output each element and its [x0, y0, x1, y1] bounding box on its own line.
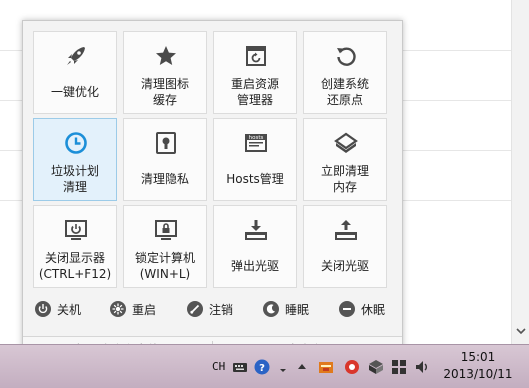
bg-divider	[402, 200, 512, 201]
restart-label: 重启	[132, 302, 157, 317]
bg-divider	[402, 150, 512, 151]
restart-gear-icon	[110, 301, 126, 317]
logout-button[interactable]: 注销	[187, 297, 233, 321]
volume-icon[interactable]	[414, 359, 430, 375]
tile-label: 创建系统 还原点	[320, 77, 369, 107]
rocket-icon	[64, 44, 88, 68]
tile-label: 清理隐私	[140, 172, 189, 186]
system-clock[interactable]: 15:01 2013/10/11	[438, 349, 518, 383]
scroll-down-icon[interactable]	[516, 326, 526, 336]
tile-clean-icon-cache[interactable]: 清理图标 缓存	[123, 31, 207, 114]
lock-monitor-icon	[154, 218, 178, 242]
tile-lock-computer[interactable]: 锁定计算机 (WIN+L)	[123, 205, 207, 288]
input-language-indicator[interactable]: CH	[212, 360, 225, 373]
tile-label: 锁定计算机 (WIN+L)	[134, 251, 195, 281]
magic-cube-tray-icon[interactable]	[368, 359, 384, 375]
tile-label: 立即清理 内存	[320, 164, 369, 194]
svg-text:?: ?	[259, 363, 265, 374]
close-drive-icon	[334, 218, 358, 242]
sleep-button[interactable]: 睡眠	[263, 297, 309, 321]
tile-scheduled-cleanup[interactable]: 垃圾计划 清理	[33, 118, 117, 201]
network-grid-icon[interactable]	[391, 359, 407, 375]
tile-label: 关闭显示器 (CTRL+F12)	[38, 251, 112, 281]
star-icon	[154, 44, 178, 68]
power-icon	[35, 301, 51, 317]
monitor-power-icon	[64, 218, 88, 242]
keyboard-icon[interactable]	[232, 359, 248, 375]
power-actions: 关机 重启 注销 睡眠 休眠	[23, 297, 402, 321]
sleep-moon-icon	[263, 301, 279, 317]
tile-label: 关闭光驱	[320, 259, 369, 273]
hibernate-button[interactable]: 休眠	[339, 297, 385, 321]
show-hidden-icons-icon[interactable]	[294, 359, 310, 375]
clock-date: 2013/10/11	[443, 367, 513, 381]
restart-window-icon	[244, 44, 268, 68]
vertical-scrollbar[interactable]	[511, 0, 529, 344]
hosts-icon-text: hosts	[249, 135, 264, 141]
help-icon[interactable]: ?	[254, 359, 270, 375]
tile-label: 重启资源 管理器	[230, 77, 279, 107]
tile-label: 一键优化	[50, 85, 99, 99]
restore-arrow-icon	[334, 44, 358, 68]
tile-clean-memory[interactable]: 立即清理 内存	[303, 118, 387, 201]
logout-icon	[187, 301, 203, 317]
tile-create-restore-point[interactable]: 创建系统 还原点	[303, 31, 387, 114]
tile-close-drive[interactable]: 关闭光驱	[303, 205, 387, 288]
taskbar: CH ? 15:01 2013/10/11	[0, 344, 529, 388]
hibernate-label: 休眠	[361, 302, 386, 317]
tile-label: 垃圾计划 清理	[50, 164, 99, 194]
tile-turn-off-monitor[interactable]: 关闭显示器 (CTRL+F12)	[33, 205, 117, 288]
ime-options-icon[interactable]	[275, 359, 291, 375]
tile-one-click-optimize[interactable]: 一键优化	[33, 31, 117, 114]
tile-label: 清理图标 缓存	[140, 77, 189, 107]
eject-drive-icon	[244, 218, 268, 242]
restart-button[interactable]: 重启	[110, 297, 156, 321]
shutdown-button[interactable]: 关机	[35, 297, 81, 321]
shutdown-label: 关机	[57, 302, 82, 317]
tile-restart-explorer[interactable]: 重启资源 管理器	[213, 31, 297, 114]
sleep-label: 睡眠	[285, 302, 310, 317]
memory-clean-icon	[334, 131, 358, 155]
tile-hosts-manager[interactable]: hosts Hosts管理	[213, 118, 297, 201]
tile-label: 弹出光驱	[230, 259, 279, 273]
tray-app-icon[interactable]	[318, 359, 334, 375]
clock-time: 15:01	[460, 350, 496, 364]
magic-cube-quick-menu: 一键优化 清理图标 缓存 重启资源 管理器 创建系统 还原点 垃圾计划 清理 清…	[22, 20, 403, 364]
bg-divider	[402, 50, 512, 51]
logout-label: 注销	[209, 302, 234, 317]
bg-divider	[402, 100, 512, 101]
tile-clean-privacy[interactable]: 清理隐私	[123, 118, 207, 201]
security-tray-icon[interactable]	[344, 359, 360, 375]
clock-icon	[64, 131, 88, 155]
hibernate-minus-icon	[339, 301, 355, 317]
tile-label: Hosts管理	[226, 172, 284, 186]
hosts-icon: hosts	[244, 131, 268, 155]
tile-eject-drive[interactable]: 弹出光驱	[213, 205, 297, 288]
privacy-lock-icon	[154, 131, 178, 155]
